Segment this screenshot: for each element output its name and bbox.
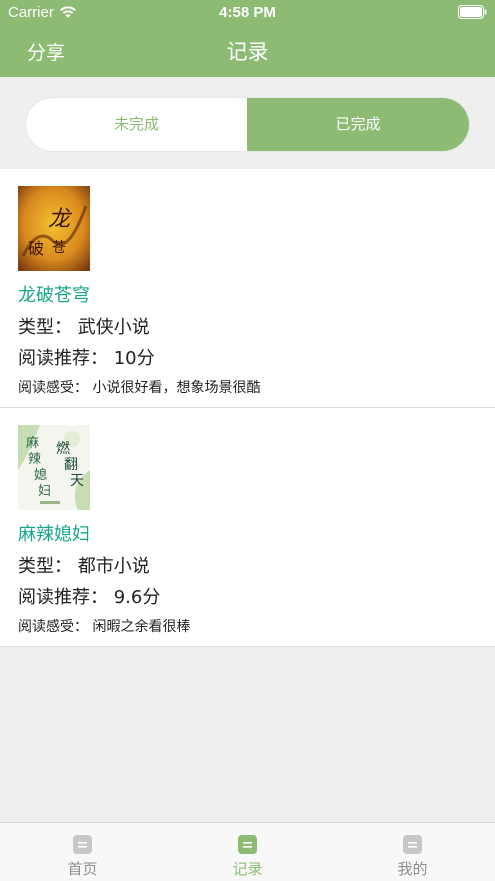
book-rating: 阅读推荐： 10分 <box>18 348 155 369</box>
record-card[interactable]: 龙 破 苍 龙破苍穹 类型： 武侠小说 阅读推荐： 10分 阅读感受： 小说很好… <box>0 169 495 408</box>
cover-glyph: 破 <box>28 239 44 258</box>
tab-bar: 首页 记录 我的 <box>0 822 495 881</box>
book-title[interactable]: 麻辣媳妇 <box>18 520 90 546</box>
book-rating: 阅读推荐： 9.6分 <box>18 587 161 608</box>
segment-unfinished[interactable]: 未完成 <box>26 98 247 151</box>
page-title: 记录 <box>226 40 269 64</box>
tab-home-label: 首页 <box>67 860 98 878</box>
record-list: 龙 破 苍 龙破苍穹 类型： 武侠小说 阅读推荐： 10分 阅读感受： 小说很好… <box>0 169 495 647</box>
cover-glyph: 龙 <box>48 207 73 232</box>
book-cover-art: 燃 翻 天 麻 辣 媳 妇 <box>18 425 90 510</box>
record-card[interactable]: 燃 翻 天 麻 辣 媳 妇 麻辣媳妇 类型： 都市小说 阅读推荐： 9.6分 阅… <box>0 408 495 647</box>
battery-icon <box>458 5 487 19</box>
book-cover-art: 龙 破 苍 <box>18 186 90 271</box>
record-icon <box>238 835 257 854</box>
status-time: 4:58 PM <box>219 4 276 21</box>
book-type: 类型： 都市小说 <box>18 556 150 577</box>
book-feeling: 阅读感受： 小说很好看，想象场景很酷 <box>18 380 261 396</box>
book-feeling: 阅读感受： 闲暇之余看很棒 <box>18 619 191 635</box>
segment-area: 未完成 已完成 <box>0 77 495 169</box>
book-cover: 燃 翻 天 麻 辣 媳 妇 <box>18 425 90 510</box>
nav-header: Carrier 4:58 PM 分享 记录 <box>0 0 495 77</box>
cover-glyph: 苍 <box>52 240 66 256</box>
tab-profile[interactable]: 我的 <box>330 823 495 881</box>
tab-record[interactable]: 记录 <box>165 823 330 881</box>
book-title[interactable]: 龙破苍穹 <box>18 281 90 307</box>
cover-glyph: 辣 <box>28 452 41 467</box>
status-segmented-control: 未完成 已完成 <box>26 98 469 151</box>
book-cover: 龙 破 苍 <box>18 186 90 271</box>
cover-glyph: 妇 <box>38 483 51 499</box>
cover-glyph: 翻 <box>64 457 78 473</box>
segment-finished[interactable]: 已完成 <box>247 98 469 151</box>
cover-glyph: 麻 <box>26 436 39 451</box>
tab-record-label: 记录 <box>232 860 263 878</box>
tab-home[interactable]: 首页 <box>0 823 165 881</box>
cover-glyph: 媳 <box>34 467 47 483</box>
book-type: 类型： 武侠小说 <box>18 317 150 338</box>
profile-icon <box>403 835 422 854</box>
cover-glyph: 燃 <box>56 440 70 457</box>
status-bar: Carrier 4:58 PM <box>0 0 495 26</box>
home-icon <box>73 835 92 854</box>
cover-glyph: 天 <box>70 473 84 489</box>
tab-profile-label: 我的 <box>397 860 428 878</box>
